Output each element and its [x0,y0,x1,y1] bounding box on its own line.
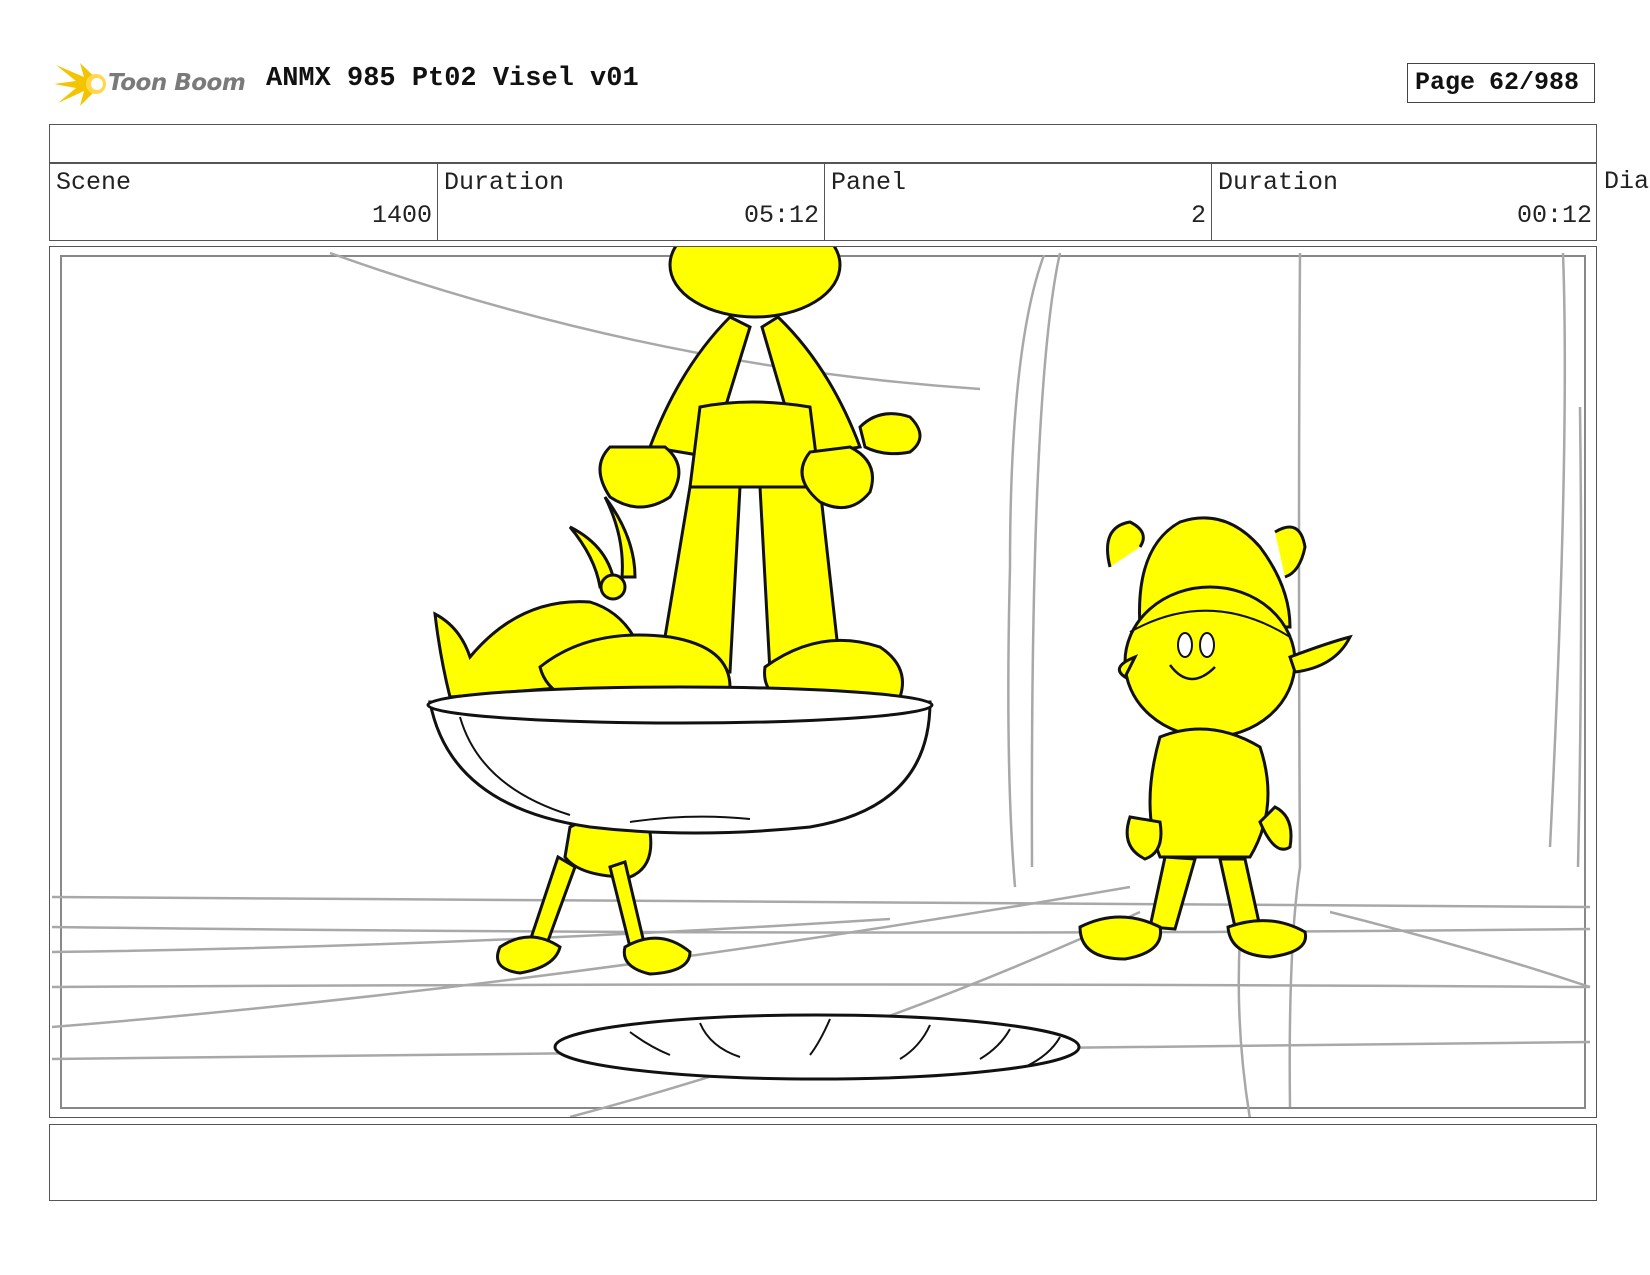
storyboard-panel [49,246,1597,1118]
header-strip [49,124,1597,164]
caption-box [49,1124,1597,1201]
saucer-dish [426,685,934,835]
floor-hole [553,1013,1081,1081]
character-right [1078,516,1353,961]
scene-value: 1400 [371,201,432,230]
brand-name: Toon Boom [108,70,246,96]
panel-value: 2 [1190,201,1206,230]
toon-boom-star-icon [54,63,106,106]
scene-cell: Scene 1400 [50,163,438,240]
scene-duration-cell: Duration 05:12 [438,163,825,240]
scene-label: Scene [56,168,132,197]
page-label: Page [1415,68,1476,97]
page-number: 62/988 [1489,68,1580,97]
scene-duration-label: Duration [444,168,565,197]
panel-sketch [51,247,1591,1117]
scene-duration-value: 05:12 [743,201,819,230]
character-tall [538,247,922,711]
panel-duration-cell: Duration 00:12 [1212,163,1597,240]
toon-boom-logo: Toon Boom [52,57,250,111]
panel-label: Panel [831,168,907,197]
dialogue-label: Dia [1604,167,1650,196]
page-indicator: Page 62/988 [1407,63,1595,103]
panel-cell: Panel 2 [825,163,1212,240]
panel-duration-value: 00:12 [1516,201,1592,230]
panel-info-row: Scene 1400 Duration 05:12 Panel 2 Durati… [49,162,1597,241]
project-title: ANMX 985 Pt02 Visel v01 [266,64,639,94]
panel-duration-label: Duration [1218,168,1339,197]
